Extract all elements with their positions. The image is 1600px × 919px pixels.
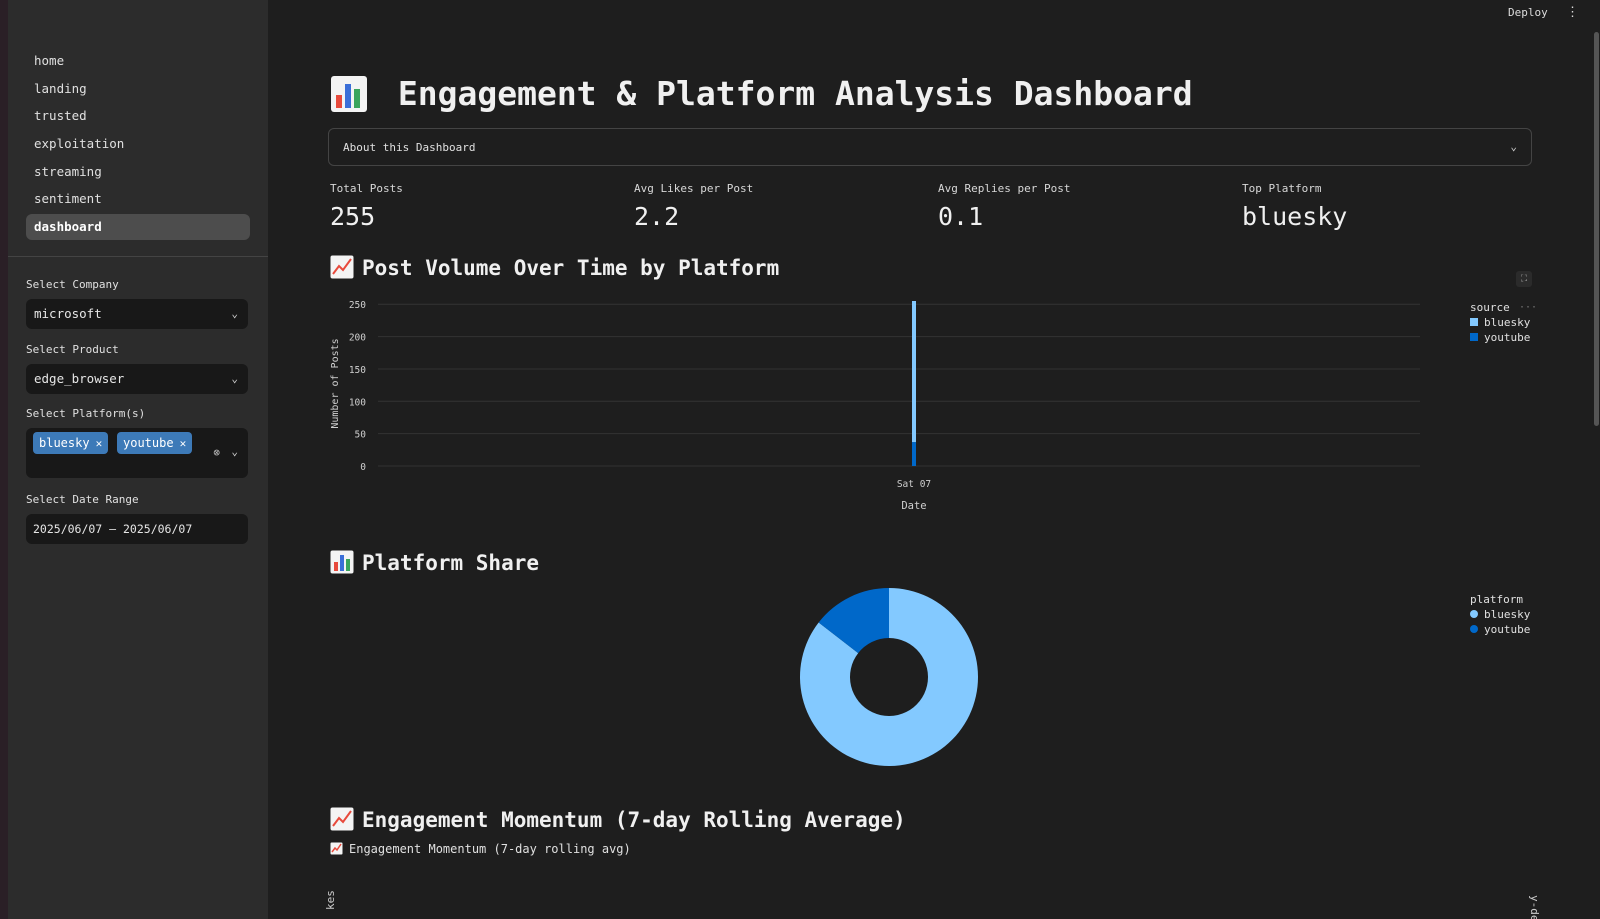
momentum-caption-text: Engagement Momentum (7-day rolling avg) — [349, 842, 631, 856]
x-axis-label: Date — [901, 500, 926, 512]
more-icon: ··· — [1519, 302, 1537, 313]
legend-title: source — [1470, 301, 1510, 314]
y-tick-label: 0 — [360, 462, 366, 473]
legend-label-bluesky: bluesky — [1484, 608, 1531, 621]
metric-avg-likes: Avg Likes per Post 2.2 — [634, 182, 753, 231]
bar-youtube — [912, 442, 916, 466]
legend-title: platform — [1470, 593, 1523, 606]
bar-chart-icon — [331, 75, 367, 112]
metric-label: Total Posts — [330, 182, 403, 195]
legend-swatch-bluesky — [1470, 318, 1478, 326]
metric-avg-replies: Avg Replies per Post 0.1 — [938, 182, 1070, 231]
momentum-y-label-left: kes — [324, 890, 337, 910]
pie-slice-bluesky — [800, 588, 979, 766]
legend-label-youtube: youtube — [1484, 623, 1530, 636]
x-tick-label: Sat 07 — [897, 479, 931, 490]
section-title-volume: Post Volume Over Time by Platform — [330, 255, 779, 280]
sidebar-nav: home landing trusted exploitation stream… — [26, 48, 250, 242]
y-tick-label: 100 — [349, 397, 366, 408]
product-select[interactable]: edge_browser ⌄ — [26, 364, 248, 394]
platform-tag-label: bluesky — [39, 436, 90, 450]
metric-value: 0.1 — [938, 202, 984, 231]
nav-item-dashboard[interactable]: dashboard — [26, 214, 250, 241]
platform-tag-youtube[interactable]: youtube ✕ — [117, 432, 193, 454]
legend-swatch-youtube — [1470, 333, 1478, 341]
legend-label-bluesky: bluesky — [1484, 316, 1531, 329]
main-content: Engagement & Platform Analysis Dashboard… — [268, 0, 1594, 919]
section-title-momentum: Engagement Momentum (7-day Rolling Avera… — [330, 807, 906, 832]
platforms-label: Select Platform(s) — [26, 407, 146, 420]
company-select-value: microsoft — [34, 306, 102, 321]
platform-tag-label: youtube — [123, 436, 174, 450]
momentum-y-label-right: y-dep-7 — [1528, 895, 1541, 919]
about-expander[interactable]: About this Dashboard ⌄ — [328, 128, 1532, 166]
nav-item-streaming[interactable]: streaming — [26, 159, 250, 185]
pie-slice-youtube — [818, 588, 889, 654]
chevron-down-icon: ⌄ — [1510, 140, 1517, 153]
company-label: Select Company — [26, 278, 119, 291]
legend-swatch-bluesky — [1470, 610, 1478, 618]
page-title-text: Engagement & Platform Analysis Dashboard — [397, 74, 1193, 113]
y-tick-label: 250 — [349, 300, 366, 311]
volume-chart: 0 50 100 150 200 250 Number of Posts Sat 07 Date… — [330, 300, 1537, 512]
chevron-down-icon[interactable]: ⌄ — [231, 445, 238, 458]
chevron-down-icon: ⌄ — [231, 307, 238, 320]
page-title: Engagement & Platform Analysis Dashboard — [330, 72, 1193, 113]
metric-value: 2.2 — [634, 202, 680, 231]
metric-total-posts: Total Posts 255 — [330, 182, 403, 231]
nav-item-home[interactable]: home — [26, 48, 250, 74]
section-title-share: Platform Share — [330, 550, 539, 575]
line-chart-icon — [330, 255, 354, 279]
scrollbar[interactable] — [1594, 32, 1599, 426]
close-icon[interactable]: ✕ — [96, 437, 103, 450]
section-title-text: Platform Share — [362, 551, 540, 575]
sidebar-divider — [8, 256, 268, 257]
y-tick-label: 50 — [355, 430, 367, 441]
bar-bluesky — [912, 301, 916, 443]
date-range-label: Select Date Range — [26, 493, 139, 506]
sidebar: home landing trusted exploitation stream… — [8, 0, 268, 919]
metric-top-platform: Top Platform bluesky — [1242, 182, 1347, 231]
window-edge-strip — [0, 0, 8, 919]
product-select-value: edge_browser — [34, 371, 125, 386]
about-expander-label: About this Dashboard — [343, 141, 476, 154]
nav-item-trusted[interactable]: trusted — [26, 103, 250, 129]
metric-value: bluesky — [1242, 202, 1348, 231]
company-select[interactable]: microsoft ⌄ — [26, 299, 248, 329]
date-range-input[interactable]: 2025/06/07 – 2025/06/07 — [26, 514, 248, 544]
fullscreen-icon[interactable]: ⛶ — [1516, 271, 1532, 287]
nav-item-sentiment[interactable]: sentiment — [26, 186, 250, 212]
metric-value: 255 — [330, 202, 376, 231]
product-label: Select Product — [26, 343, 119, 356]
chevron-down-icon: ⌄ — [231, 372, 238, 385]
y-tick-label: 200 — [349, 333, 366, 344]
nav-item-exploitation[interactable]: exploitation — [26, 131, 250, 157]
platform-tag-bluesky[interactable]: bluesky ✕ — [33, 432, 109, 454]
close-icon[interactable]: ✕ — [180, 437, 187, 450]
metric-label: Avg Likes per Post — [634, 182, 754, 195]
legend-label-youtube: youtube — [1484, 331, 1530, 344]
line-chart-icon — [330, 807, 354, 831]
platforms-multiselect[interactable]: bluesky ✕ youtube ✕ ⊗ ⌄ — [26, 428, 248, 478]
line-chart-icon — [330, 842, 343, 855]
section-title-text: Engagement Momentum (7-day Rolling Avera… — [362, 808, 906, 832]
legend-swatch-youtube — [1470, 625, 1478, 633]
y-tick-label: 150 — [349, 365, 366, 376]
clear-all-icon[interactable]: ⊗ — [213, 446, 220, 459]
momentum-caption: Engagement Momentum (7-day rolling avg) — [330, 842, 631, 856]
nav-item-landing[interactable]: landing — [26, 76, 250, 102]
section-title-text: Post Volume Over Time by Platform — [362, 256, 780, 280]
metric-label: Avg Replies per Post — [938, 182, 1071, 195]
metric-label: Top Platform — [1242, 182, 1322, 195]
y-axis-label: Number of Posts — [330, 338, 341, 428]
share-chart: platform bluesky youtube — [800, 588, 1531, 766]
bar-chart-icon — [330, 550, 354, 574]
